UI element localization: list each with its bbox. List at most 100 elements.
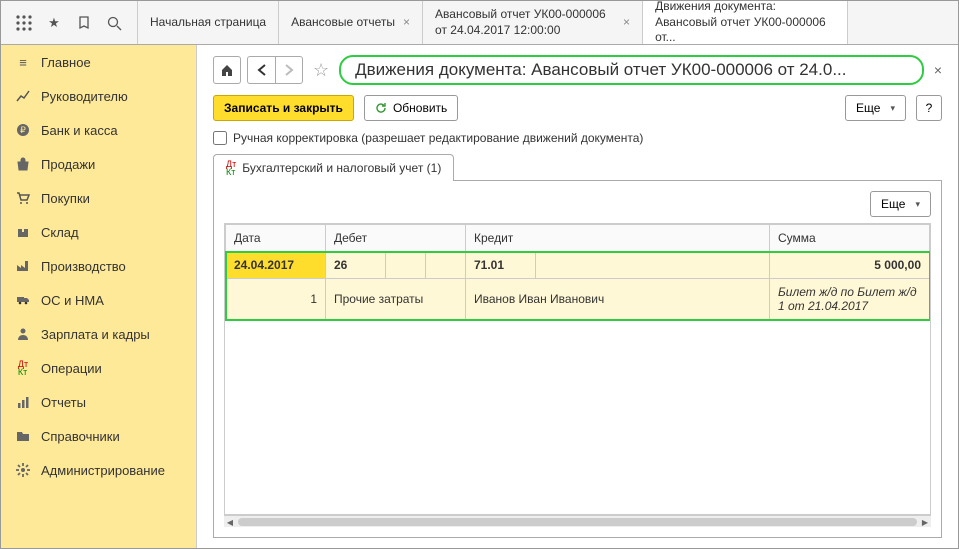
manual-edit-label: Ручная корректировка (разрешает редактир… bbox=[233, 131, 643, 145]
sidebar-item-hr[interactable]: Зарплата и кадры bbox=[1, 317, 196, 351]
cell-note: Билет ж/д по Билет ж/д 1 от 21.04.2017 bbox=[770, 279, 930, 320]
manual-edit-checkbox[interactable]: Ручная корректировка (разрешает редактир… bbox=[213, 131, 942, 145]
cell-debit-desc: Прочие затраты bbox=[326, 279, 466, 320]
accounting-table: Дата Дебет Кредит Сумма 24.04.2017 26 bbox=[225, 224, 930, 320]
scroll-left-icon[interactable]: ◀ bbox=[224, 516, 236, 528]
close-icon[interactable]: × bbox=[403, 15, 410, 31]
box-icon bbox=[15, 224, 31, 240]
cart-icon bbox=[15, 190, 31, 206]
table-entry[interactable]: 24.04.2017 26 71.01 5 000,00 1 Прочие за… bbox=[226, 252, 930, 320]
sidebar-item-operations[interactable]: ДтКт Операции bbox=[1, 351, 196, 385]
top-icon-group: ★ bbox=[1, 1, 138, 44]
tab-label: Движения документа: Авансовый отчет УК00… bbox=[655, 0, 835, 46]
sidebar-item-label: Справочники bbox=[41, 429, 120, 444]
scrollbar-thumb[interactable] bbox=[238, 518, 917, 526]
sidebar: ≡ Главное Руководителю ₽ Банк и касса Пр… bbox=[1, 45, 197, 548]
nav-row: ☆ Движения документа: Авансовый отчет УК… bbox=[213, 55, 942, 85]
refresh-button[interactable]: Обновить bbox=[364, 95, 458, 121]
col-credit[interactable]: Кредит bbox=[466, 225, 770, 252]
sidebar-item-production[interactable]: Производство bbox=[1, 249, 196, 283]
tab-label: Авансовый отчет УК00-000006 от 24.04.201… bbox=[435, 7, 615, 38]
sidebar-item-label: Руководителю bbox=[41, 89, 128, 104]
cell-credit-acct: 71.01 bbox=[466, 252, 536, 279]
page-title: Движения документа: Авансовый отчет УК00… bbox=[339, 55, 924, 85]
accounting-tab[interactable]: ДтКт Бухгалтерский и налоговый учет (1) bbox=[213, 154, 454, 181]
favorites-icon[interactable]: ★ bbox=[45, 14, 63, 32]
content-area: ☆ Движения документа: Авансовый отчет УК… bbox=[197, 45, 958, 548]
cell-debit-sub2 bbox=[426, 252, 466, 279]
sidebar-item-label: Администрирование bbox=[41, 463, 165, 478]
sidebar-item-label: Операции bbox=[41, 361, 102, 376]
sidebar-item-reports[interactable]: Отчеты bbox=[1, 385, 196, 419]
search-icon[interactable] bbox=[105, 14, 123, 32]
bag-icon bbox=[15, 156, 31, 172]
back-button[interactable] bbox=[247, 56, 275, 84]
sidebar-item-label: Склад bbox=[41, 225, 79, 240]
tab-document[interactable]: Авансовый отчет УК00-000006 от 24.04.201… bbox=[423, 1, 643, 44]
horizontal-scrollbar[interactable]: ◀ ▶ bbox=[224, 515, 931, 527]
sidebar-item-label: Главное bbox=[41, 55, 91, 70]
cell-debit-sub1 bbox=[386, 252, 426, 279]
sidebar-item-warehouse[interactable]: Склад bbox=[1, 215, 196, 249]
save-close-button[interactable]: Записать и закрыть bbox=[213, 95, 354, 121]
cell-seq: 1 bbox=[226, 279, 326, 320]
sidebar-item-sales[interactable]: Продажи bbox=[1, 147, 196, 181]
history-icon[interactable] bbox=[75, 14, 93, 32]
sidebar-item-label: ОС и НМА bbox=[41, 293, 104, 308]
sidebar-item-label: Зарплата и кадры bbox=[41, 327, 150, 342]
factory-icon bbox=[15, 258, 31, 274]
table-header-row: Дата Дебет Кредит Сумма bbox=[226, 225, 930, 252]
sidebar-item-label: Покупки bbox=[41, 191, 90, 206]
tab-label: Бухгалтерский и налоговый учет (1) bbox=[242, 161, 441, 175]
cell-credit-sub bbox=[536, 252, 770, 279]
folder-icon bbox=[15, 428, 31, 444]
close-icon[interactable]: × bbox=[934, 62, 942, 78]
cell-debit-acct: 26 bbox=[326, 252, 386, 279]
cell-date: 24.04.2017 bbox=[226, 252, 326, 279]
ruble-icon: ₽ bbox=[15, 122, 31, 138]
table-action-bar: Еще bbox=[224, 191, 931, 217]
truck-icon bbox=[15, 292, 31, 308]
refresh-label: Обновить bbox=[393, 101, 447, 115]
sidebar-item-main[interactable]: ≡ Главное bbox=[1, 45, 196, 79]
table-row[interactable]: 1 Прочие затраты Иванов Иван Иванович Би… bbox=[226, 279, 930, 320]
col-date[interactable]: Дата bbox=[226, 225, 326, 252]
sidebar-item-admin[interactable]: Администрирование bbox=[1, 453, 196, 487]
sidebar-item-purchases[interactable]: Покупки bbox=[1, 181, 196, 215]
cell-credit-desc: Иванов Иван Иванович bbox=[466, 279, 770, 320]
tab-reports-list[interactable]: Авансовые отчеты × bbox=[279, 1, 423, 44]
sidebar-item-assets[interactable]: ОС и НМА bbox=[1, 283, 196, 317]
sidebar-item-manager[interactable]: Руководителю bbox=[1, 79, 196, 113]
refresh-icon bbox=[375, 102, 387, 114]
table-panel: Еще Дата Дебет Кредит Сумма 24.04.2 bbox=[213, 181, 942, 538]
home-button[interactable] bbox=[213, 56, 241, 84]
col-debit[interactable]: Дебет bbox=[326, 225, 466, 252]
col-sum[interactable]: Сумма bbox=[770, 225, 930, 252]
inner-tab-control: ДтКт Бухгалтерский и налоговый учет (1) bbox=[213, 153, 942, 181]
sidebar-item-bank[interactable]: ₽ Банк и касса bbox=[1, 113, 196, 147]
dtkt-icon: ДтКт bbox=[226, 160, 236, 176]
table-more-button[interactable]: Еще bbox=[870, 191, 931, 217]
apps-grid-icon[interactable] bbox=[15, 14, 33, 32]
cell-sum: 5 000,00 bbox=[770, 252, 930, 279]
sidebar-item-label: Продажи bbox=[41, 157, 95, 172]
person-icon bbox=[15, 326, 31, 342]
favorite-toggle-icon[interactable]: ☆ bbox=[313, 60, 329, 81]
close-icon[interactable]: × bbox=[623, 15, 630, 31]
main-layout: ≡ Главное Руководителю ₽ Банк и касса Пр… bbox=[1, 45, 958, 548]
sidebar-item-directories[interactable]: Справочники bbox=[1, 419, 196, 453]
sidebar-item-label: Отчеты bbox=[41, 395, 86, 410]
more-button[interactable]: Еще bbox=[845, 95, 906, 121]
help-button[interactable]: ? bbox=[916, 95, 942, 121]
svg-text:₽: ₽ bbox=[20, 125, 26, 135]
tab-movements[interactable]: Движения документа: Авансовый отчет УК00… bbox=[643, 1, 848, 44]
forward-button[interactable] bbox=[275, 56, 303, 84]
sidebar-item-label: Производство bbox=[41, 259, 126, 274]
tab-home[interactable]: Начальная страница bbox=[138, 1, 279, 44]
top-bar: ★ Начальная страница Авансовые отчеты × … bbox=[1, 1, 958, 45]
sidebar-item-label: Банк и касса bbox=[41, 123, 118, 138]
tab-label: Авансовые отчеты bbox=[291, 15, 395, 31]
manual-edit-input[interactable] bbox=[213, 131, 227, 145]
scroll-right-icon[interactable]: ▶ bbox=[919, 516, 931, 528]
table-row[interactable]: 24.04.2017 26 71.01 5 000,00 bbox=[226, 252, 930, 279]
